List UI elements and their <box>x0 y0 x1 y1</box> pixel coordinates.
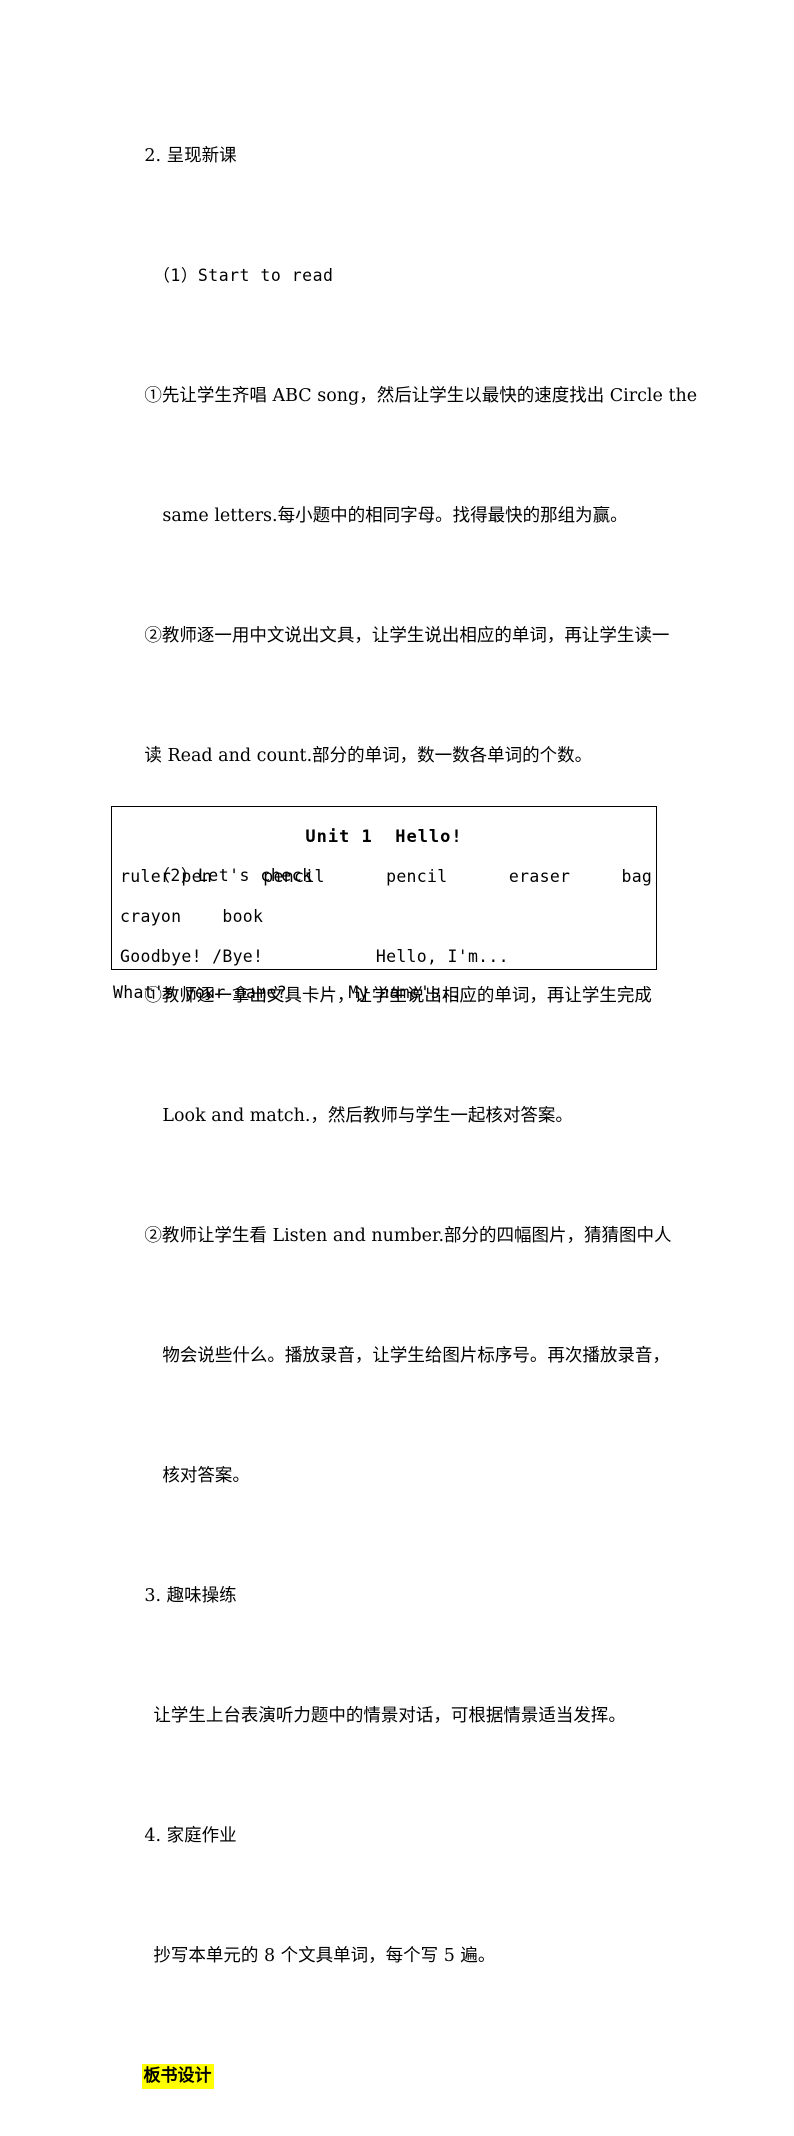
subsection-heading-1: （1）Start to read <box>111 216 683 336</box>
item-1-2-line-1-text: ②教师逐一用中文说出文具，让学生说出相应的单词，再让学生读一 <box>144 626 670 646</box>
item-2-1-line-2-text: Look and match.，然后教师与学生一起核对答案。 <box>162 1106 573 1126</box>
item-2-2-line-2: 物会说些什么。播放录音，让学生给图片标序号。再次播放录音， <box>111 1296 683 1416</box>
item-1-2-line-2: 读 Read and count.部分的单词，数一数各单词的个数。 <box>111 696 683 816</box>
blackboard-line-2: crayon book <box>120 907 264 926</box>
section-heading-3: 3. 趣味操练 <box>111 1536 683 1656</box>
subsection-heading-1-text: （1）Start to read <box>153 266 334 285</box>
item-2-2-line-2-text: 物会说些什么。播放录音，让学生给图片标序号。再次播放录音， <box>162 1346 670 1366</box>
item-2-2-line-3-text: 核对答案。 <box>162 1466 250 1486</box>
item-1-2-line-2-text: 读 Read and count.部分的单词，数一数各单词的个数。 <box>144 746 593 766</box>
section-heading-2-text: 2. 呈现新课 <box>144 146 237 166</box>
document-body: 2. 呈现新课 （1）Start to read ①先让学生齐唱 ABC son… <box>111 96 697 2136</box>
section-4-body: 抄写本单元的 8 个文具单词，每个写 5 遍。 <box>111 1896 683 2016</box>
item-2-2-line-1: ②教师让学生看 Listen and number.部分的四幅图片，猜猜图中人 <box>111 1176 683 1296</box>
section-3-body: 让学生上台表演听力题中的情景对话，可根据情景适当发挥。 <box>111 1656 683 1776</box>
section-heading-4-text: 4. 家庭作业 <box>144 1826 237 1846</box>
item-2-1-line-2: Look and match.，然后教师与学生一起核对答案。 <box>111 1056 683 1176</box>
section-4-body-text: 抄写本单元的 8 个文具单词，每个写 5 遍。 <box>153 1946 496 1966</box>
item-1-1-line-2-text: same letters.每小题中的相同字母。找得最快的那组为赢。 <box>162 506 628 526</box>
blackboard-design-box-content: Unit 1 Hello! ruler pen pencil pencil er… <box>112 807 656 977</box>
item-2-2-line-3: 核对答案。 <box>111 1416 683 1536</box>
after-box-line: What's your name? My name's... <box>113 983 472 1002</box>
blackboard-design-box: Unit 1 Hello! ruler pen pencil pencil er… <box>111 806 657 970</box>
section-3-body-text: 让学生上台表演听力题中的情景对话，可根据情景适当发挥。 <box>153 1706 626 1726</box>
section-heading-3-text: 3. 趣味操练 <box>144 1586 237 1606</box>
item-1-1-line-1-text: ①先让学生齐唱 ABC song，然后让学生以最快的速度找出 Circle th… <box>144 386 698 406</box>
item-1-1-line-2: same letters.每小题中的相同字母。找得最快的那组为赢。 <box>111 456 683 576</box>
section-heading-4: 4. 家庭作业 <box>111 1776 683 1896</box>
blackboard-title: Unit 1 Hello! <box>305 827 463 847</box>
blackboard-line-1: ruler pen pencil pencil eraser bag <box>120 867 653 886</box>
blackboard-line-3: Goodbye! /Bye! Hello, I'm... <box>120 947 509 966</box>
document-page: 2. 呈现新课 （1）Start to read ①先让学生齐唱 ABC son… <box>0 0 794 2089</box>
item-1-1-line-1: ①先让学生齐唱 ABC song，然后让学生以最快的速度找出 Circle th… <box>111 336 697 456</box>
item-1-2-line-1: ②教师逐一用中文说出文具，让学生说出相应的单词，再让学生读一 <box>111 576 683 696</box>
item-2-2-line-1-text: ②教师让学生看 Listen and number.部分的四幅图片，猜猜图中人 <box>144 1226 672 1246</box>
blackboard-design-heading-row: 板书设计 <box>111 2016 683 2136</box>
section-heading-2: 2. 呈现新课 <box>111 96 683 216</box>
blackboard-design-heading: 板书设计 <box>141 2064 214 2089</box>
